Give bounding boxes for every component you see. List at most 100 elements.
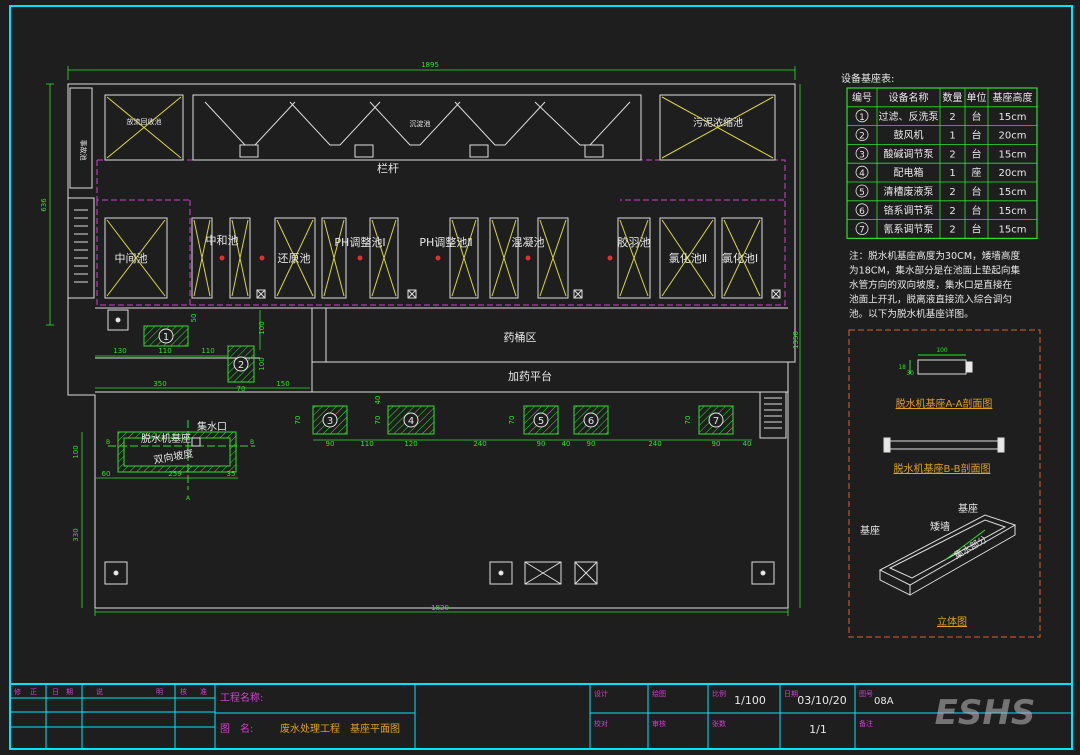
equip-table-cell: 台 (972, 129, 982, 142)
dimension-label: 90 (712, 440, 721, 448)
dimension-label: 60 (102, 470, 111, 478)
equip-table-cell: 2 (949, 206, 955, 217)
equip-table-header: 数量 (943, 91, 963, 104)
dimension-label: 110 (201, 347, 214, 355)
equip-table-cell: 氰系调节泵 (884, 223, 934, 236)
design-label: 设计 (594, 689, 608, 698)
chemical-drum-area: 药桶区 (504, 330, 537, 344)
railing-label: 栏杆 (377, 161, 399, 175)
dimension-label: 150 (276, 380, 289, 388)
dimension-label: 40 (743, 440, 752, 448)
dimension-label: 120 (404, 440, 417, 448)
dimension-label: 240 (473, 440, 486, 448)
date-value: 03/10/20 (797, 694, 846, 707)
dimension-label: 636 (40, 198, 48, 212)
section-bb-drawing (883, 437, 1005, 453)
revision-header: 修 (14, 687, 21, 696)
dimension-label: 130 (113, 347, 126, 355)
tank-label-neutral: 中和池 (206, 234, 239, 247)
equip-table-title: 设备基座表: (841, 72, 894, 85)
equip-table-cell: 2 (949, 149, 955, 160)
dimension-label: 90 (537, 440, 546, 448)
equip-number: 5 (538, 416, 544, 427)
equip-number: 3 (327, 416, 333, 427)
equip-table-cell: 1 (859, 113, 865, 123)
equip-table-cell: 3 (859, 150, 865, 160)
audit-label: 审核 (652, 719, 666, 728)
tank-label-sludge: 污泥浓缩池 (693, 116, 743, 129)
equip-number: 6 (588, 416, 594, 427)
revision-header: 明 (156, 688, 163, 696)
iso-label-base-right: 基座 (958, 502, 978, 515)
dimension-label: 240 (648, 440, 661, 448)
note-text: 注：脱水机基座高度为30CM，矮墙高度为18CM，集水部分是在池面上垫起向集水管… (849, 250, 1020, 320)
note-line: 水管方向的双向坡度，集水口是直接在 (849, 279, 1012, 291)
dimension-label: 350 (153, 380, 166, 388)
revision-header: 说 (96, 687, 103, 696)
scale-label: 比例 (712, 689, 726, 698)
detail-dim-18: 18 (898, 364, 906, 371)
note-line: 池面上开孔，脱离液直接流入综合调匀 (849, 294, 1012, 306)
tank-label-accident: 事故池 (79, 140, 88, 161)
cad-drawing: 栏杆 放流回收池 沉淀池 污泥浓缩池 事故池 中间池 中和池 还原池 PH调整池… (9, 5, 1073, 750)
dimension-label: 1820 (431, 604, 449, 612)
revision-header: 日 (52, 688, 59, 696)
detail-dim-30: 30 (906, 370, 914, 377)
dimension-label: 70 (374, 416, 382, 425)
dimension-label: 110 (158, 347, 171, 355)
equip-table-cell: 20cm (999, 168, 1027, 179)
dimension-label: 259 (168, 470, 181, 478)
equip-table-cell: 15cm (999, 206, 1027, 217)
equip-table-cell: 座 (972, 166, 982, 179)
equip-table-cell: 2 (949, 112, 955, 123)
dehydrator-label: 脱水机基座 (141, 432, 191, 445)
date-label: 日期 (784, 690, 798, 698)
equip-number: 4 (408, 416, 414, 427)
dimension-label: 1895 (421, 61, 439, 69)
equip-table-cell: 过滤、反洗泵 (879, 110, 939, 123)
tank-label-chlorination-2: 氯化池Ⅱ (669, 251, 707, 265)
drawing-name: 废水处理工程 基座平面图 (280, 722, 400, 735)
equip-table-header: 基座高度 (993, 91, 1033, 104)
equip-table-cell: 清槽废液泵 (884, 185, 934, 198)
section-aa-title: 脱水机基座A-A剖面图 (896, 397, 993, 410)
equip-table-cell: 2 (949, 187, 955, 198)
note-line: 池。以下为脱水机基座详图。 (849, 308, 974, 320)
equip-table-cell: 7 (859, 226, 865, 236)
tank-label-chlorination-1: 氯化池Ⅰ (722, 251, 758, 265)
railing-line (96, 159, 786, 201)
section-a: A (186, 495, 191, 502)
iso-label-collection: 集水部分 (952, 533, 989, 561)
detail-dim-100: 100 (936, 347, 948, 354)
tank-label-ph2: PH调整池Ⅱ (419, 235, 472, 249)
dimension-label: 90 (587, 440, 596, 448)
section-aa-drawing (909, 354, 973, 375)
revision-header: 核 (180, 687, 187, 696)
dimension-label: 70 (294, 416, 302, 425)
dimension-label: 40 (374, 396, 382, 405)
equip-table-cell: 1 (949, 168, 955, 179)
revision-header: 准 (200, 687, 207, 696)
sheets-label: 张数 (712, 719, 726, 728)
iso-title: 立体图 (937, 615, 967, 628)
tank-label-intermediate: 中间池 (115, 252, 148, 265)
tank-label-reduction: 还原池 (278, 252, 311, 265)
note-line: 注：脱水机基座高度为30CM，矮墙高度 (849, 250, 1020, 262)
drawing-no-label: 图号 (859, 690, 873, 698)
detail-box (848, 329, 1041, 638)
equipment-table: 编号 设备名称 数量 单位 基座高度 1 过滤、反洗泵 2 台 15cm 2 鼓风机 1 台 20cm 3 酸碱… (846, 87, 1038, 239)
equip-table-cell: 6 (859, 207, 865, 217)
equip-table-cell: 鼓风机 (894, 129, 924, 142)
dimension-label: 330 (72, 528, 80, 541)
dimension-label: 70 (684, 416, 692, 425)
equip-table-cell: 台 (972, 204, 982, 217)
dimension-label: 70 (237, 385, 246, 393)
equip-table-cell: 台 (972, 185, 982, 198)
dimension-label: 100 (258, 321, 266, 334)
equip-table-cell: 2 (949, 225, 955, 236)
equip-table-cell: 5 (859, 188, 865, 198)
drafted-label: 绘图 (652, 689, 666, 698)
dosing-platform: 加药平台 (508, 369, 552, 383)
project-name-label: 工程名称: (220, 691, 263, 704)
equip-table-header: 编号 (852, 91, 872, 104)
